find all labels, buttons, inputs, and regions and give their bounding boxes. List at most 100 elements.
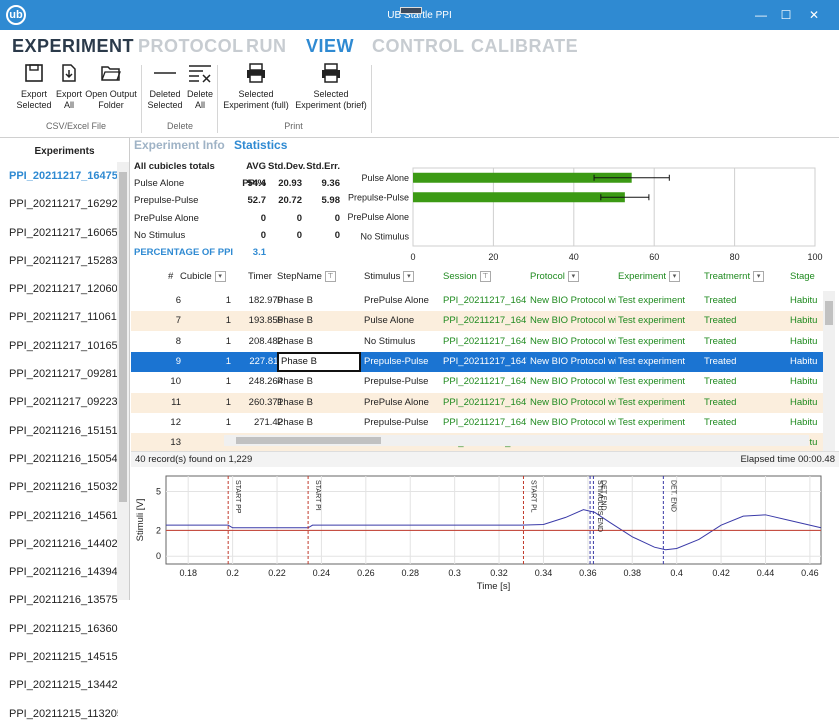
experiment-item[interactable]: PPI_20211217_101651 [0,332,118,360]
table-row[interactable]: 8 1 208.482 Phase B No Stimulus PPI_20211217_… [131,331,823,352]
experiment-item[interactable]: PPI_20211217_120606 [0,275,118,303]
print-full-button[interactable]: Selected Experiment (full) [220,63,292,117]
filter-icon[interactable]: ⊤ [479,271,491,282]
experiment-item[interactable]: PPI_20211215_134428 [0,671,118,699]
group-csv-label: CSV/Excel File [45,121,107,131]
menu-protocol[interactable]: PROTOCOL [138,36,244,57]
experiment-item[interactable]: PPI_20211215_163609 [0,615,118,643]
experiment-item[interactable]: PPI_20211217_160657 [0,219,118,247]
col-protocol[interactable]: Protocol ▾ [530,271,579,282]
stats-avg: 0 [260,212,266,224]
table-row[interactable]: 7 1 193.855 Phase B Pulse Alone PPI_20211217_… [131,311,823,332]
experiment-item[interactable]: PPI_20211216_150548 [0,445,118,473]
filter-dropdown-icon[interactable]: ▾ [214,271,226,282]
tick-label: 0.26 [357,568,375,578]
experiment-item[interactable]: PPI_20211215_145151 [0,643,118,671]
cell-n: 7 [175,315,181,327]
experiment-item[interactable]: PPI_20211216_144023 [0,530,118,558]
stats-avg: 54.4 [247,178,267,190]
delete-all-button[interactable]: Delete All [185,63,215,117]
tick-label: 0.32 [490,568,508,578]
print-brief-button[interactable]: Selected Experiment (brief) [295,63,367,117]
deleted-selected-label: Deleted Selected [147,89,183,110]
table-row[interactable]: 11 1 260.371 Phase B PrePulse Alone PPI_20211… [131,392,823,413]
cell-step: Phase B [277,416,313,428]
col-experiment-label: Experiment [618,271,667,283]
grid-vertical-scrollbar[interactable] [823,291,835,453]
experiment-item[interactable]: PPI_20211217_110612 [0,303,118,331]
bar [413,192,625,203]
cell-session: PPI_20211217_16475 [443,295,527,306]
marker-label: START PL [529,480,536,513]
col-treatment[interactable]: Treatmernt ▾ [704,271,765,282]
cell-stim: PrePulse Alone [364,295,429,306]
filter-dropdown-icon[interactable]: ▾ [567,271,579,282]
table-row[interactable]: 6 1 182.979 Phase B PrePulse Alone PPI_202112… [131,291,823,311]
experiment-item[interactable]: PPI_20211217_152834 [0,247,118,275]
col-stepname[interactable]: StepName ⊤ [277,271,336,282]
cell-treatment: Treated [704,315,737,327]
menu-calibrate[interactable]: CALIBRATE [471,36,578,57]
col-number[interactable]: # [168,271,173,282]
menu-control[interactable]: CONTROL [372,36,465,57]
experiment-item[interactable]: PPI_20211216_151512 [0,417,118,445]
delete-line-icon [154,72,176,74]
tick-label: 0.18 [179,568,197,578]
cell-step[interactable]: Phase B [277,351,361,372]
experiment-item[interactable]: PPI_20211217_164755 [0,162,118,190]
col-stage[interactable]: Stage [790,271,815,282]
table-row[interactable]: 10 1 248.264 Phase B Prepulse-Pulse PPI_20211… [131,372,823,393]
percentage-value: 3.1 [252,246,266,258]
grid-vscroll-thumb[interactable] [825,301,833,325]
experiment-item[interactable]: PPI_20211217_092817 [0,360,118,388]
menu-experiment[interactable]: EXPERIMENT [12,36,134,57]
menu-view[interactable]: VIEW [306,36,354,57]
sidebar-scroll-thumb[interactable] [119,172,127,502]
trials-grid: # Cubicle ▾ Timer StepName ⊤ Stimulus ▾ Ses… [131,263,839,454]
close-button[interactable]: ✕ [806,8,822,22]
table-row[interactable]: 12 1 271.42 Phase B Prepulse-Pulse PPI_202112… [131,412,823,433]
col-stimulus-label: Stimulus [364,271,401,283]
minimize-button[interactable]: — [753,8,769,22]
export-all-button[interactable]: Export All [55,63,83,117]
tab-experiment-info[interactable]: Experiment Info [134,138,225,152]
filter-icon[interactable]: ⊤ [324,271,336,282]
open-output-folder-button[interactable]: Open Output Folder [84,63,138,117]
menu-run[interactable]: RUN [246,36,287,57]
filter-dropdown-icon[interactable]: ▾ [403,271,415,282]
stats-label: PrePulse Alone [134,212,199,224]
grid-hscroll-thumb[interactable] [236,437,381,444]
col-stimulus[interactable]: Stimulus ▾ [364,271,415,283]
tick-label: 100 [807,252,822,262]
stimuli-line-chart: 0.18 0.2 0.22 0.24 0.26 0.28 0.3 0.32 0.34 0.36 0.… [135,475,822,592]
experiment-item[interactable]: PPI_20211216_150324 [0,473,118,501]
tick-label: 0.44 [757,568,775,578]
export-selected-button[interactable]: Export Selected [14,63,54,117]
experiment-item[interactable]: PPI_20211216_135754 [0,586,118,614]
filter-dropdown-icon[interactable]: ▾ [669,271,681,282]
col-timer[interactable]: Timer [248,271,272,282]
group-delete-label: Delete [166,121,193,131]
cell-protocol: New BIO Protocol wit [530,416,616,428]
cell-cub: 1 [225,396,231,408]
sidebar-scrollbar[interactable] [117,162,129,600]
experiment-item[interactable]: PPI_20211216_145611 [0,502,118,530]
percentage-row: PERCENTAGE OF PPI 3.1 [134,244,344,261]
experiment-item[interactable]: PPI_20211216_143941 [0,558,118,586]
cell-experiment: Test experiment [618,355,686,367]
grid-horizontal-scrollbar[interactable] [224,435,809,446]
table-row[interactable]: 9 1 227.811 Phase B Prepulse-Pulse PPI_202112… [131,351,823,372]
cell-experiment: Test experiment [618,376,686,388]
experiment-item[interactable]: PPI_20211215_113205 [0,700,118,728]
col-cubicle[interactable]: Cubicle ▾ [180,271,226,282]
maximize-button[interactable]: ☐ [778,8,794,22]
drag-grip-icon[interactable] [400,7,422,14]
col-session[interactable]: Session ⊤ [443,271,491,282]
tab-statistics[interactable]: Statistics [234,138,287,152]
deleted-selected-button[interactable]: Deleted Selected [146,63,184,117]
experiment-item[interactable]: PPI_20211217_162929 [0,190,118,218]
experiment-item[interactable]: PPI_20211217_092239 [0,388,118,416]
cell-treatment: Treated [704,376,737,388]
col-experiment[interactable]: Experiment ▾ [618,271,681,283]
filter-dropdown-icon[interactable]: ▾ [753,271,765,282]
